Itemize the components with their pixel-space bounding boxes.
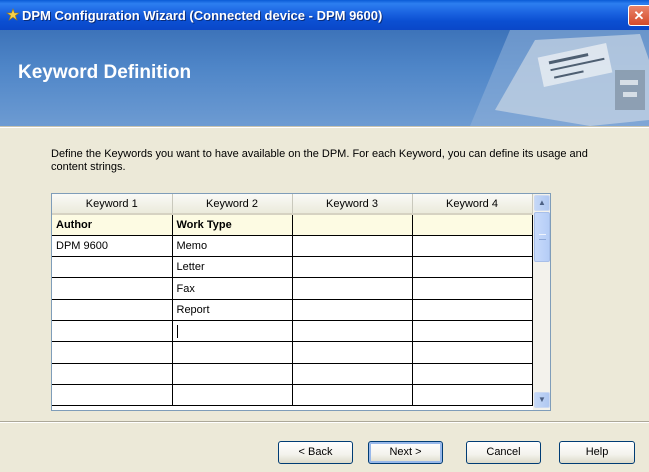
grid-cell[interactable]: DPM 9600 bbox=[52, 235, 173, 258]
scroll-up-button[interactable]: ▲ bbox=[534, 195, 550, 211]
cancel-button[interactable]: Cancel bbox=[466, 441, 541, 464]
grid-cell[interactable] bbox=[412, 235, 533, 258]
grip-icon bbox=[539, 234, 546, 240]
table-row: Report bbox=[52, 299, 533, 321]
text-caret bbox=[176, 324, 178, 338]
close-icon: ✕ bbox=[633, 8, 645, 23]
device-illustration bbox=[470, 30, 649, 126]
table-row bbox=[52, 320, 533, 343]
grid-cell[interactable] bbox=[412, 384, 533, 407]
column-header[interactable]: Keyword 2 bbox=[172, 194, 293, 215]
grid-cell[interactable] bbox=[52, 256, 173, 279]
grid-cell[interactable] bbox=[172, 341, 293, 364]
wizard-header: Keyword Definition bbox=[0, 30, 649, 126]
chevron-up-icon: ▲ bbox=[538, 198, 546, 207]
grid-cell[interactable] bbox=[292, 235, 413, 258]
grid-cell[interactable] bbox=[172, 384, 293, 407]
close-button[interactable]: ✕ bbox=[628, 5, 649, 26]
grid-cell[interactable] bbox=[52, 341, 173, 364]
grid-cell[interactable]: Report bbox=[172, 299, 293, 321]
grid-cell[interactable]: Memo bbox=[172, 235, 293, 258]
grid-cell[interactable] bbox=[172, 363, 293, 385]
table-row: Letter bbox=[52, 256, 533, 279]
table-row bbox=[52, 384, 533, 407]
table-row bbox=[52, 341, 533, 364]
vertical-scrollbar[interactable]: ▲ ▼ bbox=[533, 194, 550, 410]
grid-cell[interactable] bbox=[412, 341, 533, 364]
grid-cell[interactable] bbox=[292, 384, 413, 407]
grid-cell[interactable] bbox=[292, 341, 413, 364]
wizard-icon bbox=[6, 8, 20, 22]
window-title: DPM Configuration Wizard (Connected devi… bbox=[22, 8, 383, 23]
page-title: Keyword Definition bbox=[18, 62, 192, 83]
grid-cell[interactable] bbox=[292, 299, 413, 321]
scroll-thumb[interactable] bbox=[534, 212, 550, 262]
grid-cell[interactable] bbox=[292, 256, 413, 279]
scroll-down-button[interactable]: ▼ bbox=[534, 392, 550, 408]
chevron-down-icon: ▼ bbox=[538, 395, 546, 404]
table-row bbox=[52, 363, 533, 385]
keyword-name-cell[interactable]: Author bbox=[52, 214, 173, 236]
grid-cell[interactable] bbox=[52, 384, 173, 407]
grid-cell[interactable] bbox=[412, 277, 533, 300]
grid-cell[interactable] bbox=[52, 320, 173, 343]
grid-cell[interactable] bbox=[292, 277, 413, 300]
grid-cell[interactable] bbox=[412, 363, 533, 385]
column-header[interactable]: Keyword 1 bbox=[52, 194, 173, 215]
grid-cell[interactable] bbox=[52, 363, 173, 385]
back-button[interactable]: < Back bbox=[278, 441, 353, 464]
grid-cell[interactable] bbox=[52, 277, 173, 300]
keyword-name-cell[interactable] bbox=[292, 214, 413, 236]
keyword-name-cell[interactable]: Work Type bbox=[172, 214, 293, 236]
title-bar: DPM Configuration Wizard (Connected devi… bbox=[0, 0, 649, 30]
grid-cell[interactable] bbox=[292, 363, 413, 385]
keyword-name-row: Author Work Type bbox=[52, 214, 533, 236]
next-button[interactable]: Next > bbox=[368, 441, 443, 464]
keyword-name-cell[interactable] bbox=[412, 214, 533, 236]
grid-cell[interactable]: Fax bbox=[172, 277, 293, 300]
button-divider bbox=[0, 421, 649, 423]
column-header[interactable]: Keyword 3 bbox=[292, 194, 413, 215]
help-button[interactable]: Help bbox=[559, 441, 635, 464]
table-row: DPM 9600 Memo bbox=[52, 235, 533, 258]
grid-cell-editing[interactable] bbox=[172, 320, 293, 343]
column-header[interactable]: Keyword 4 bbox=[412, 194, 533, 215]
keyword-table: Keyword 1 Keyword 2 Keyword 3 Keyword 4 … bbox=[52, 194, 533, 407]
grid-cell[interactable] bbox=[52, 299, 173, 321]
grid-cell[interactable] bbox=[412, 299, 533, 321]
table-row: Fax bbox=[52, 277, 533, 300]
column-header-row: Keyword 1 Keyword 2 Keyword 3 Keyword 4 bbox=[52, 194, 533, 215]
grid-cell[interactable] bbox=[412, 256, 533, 279]
keyword-grid[interactable]: Keyword 1 Keyword 2 Keyword 3 Keyword 4 … bbox=[51, 193, 551, 411]
grid-cell[interactable] bbox=[292, 320, 413, 343]
grid-cell[interactable]: Letter bbox=[172, 256, 293, 279]
instructions-text: Define the Keywords you want to have ava… bbox=[51, 148, 588, 173]
grid-cell[interactable] bbox=[412, 320, 533, 343]
